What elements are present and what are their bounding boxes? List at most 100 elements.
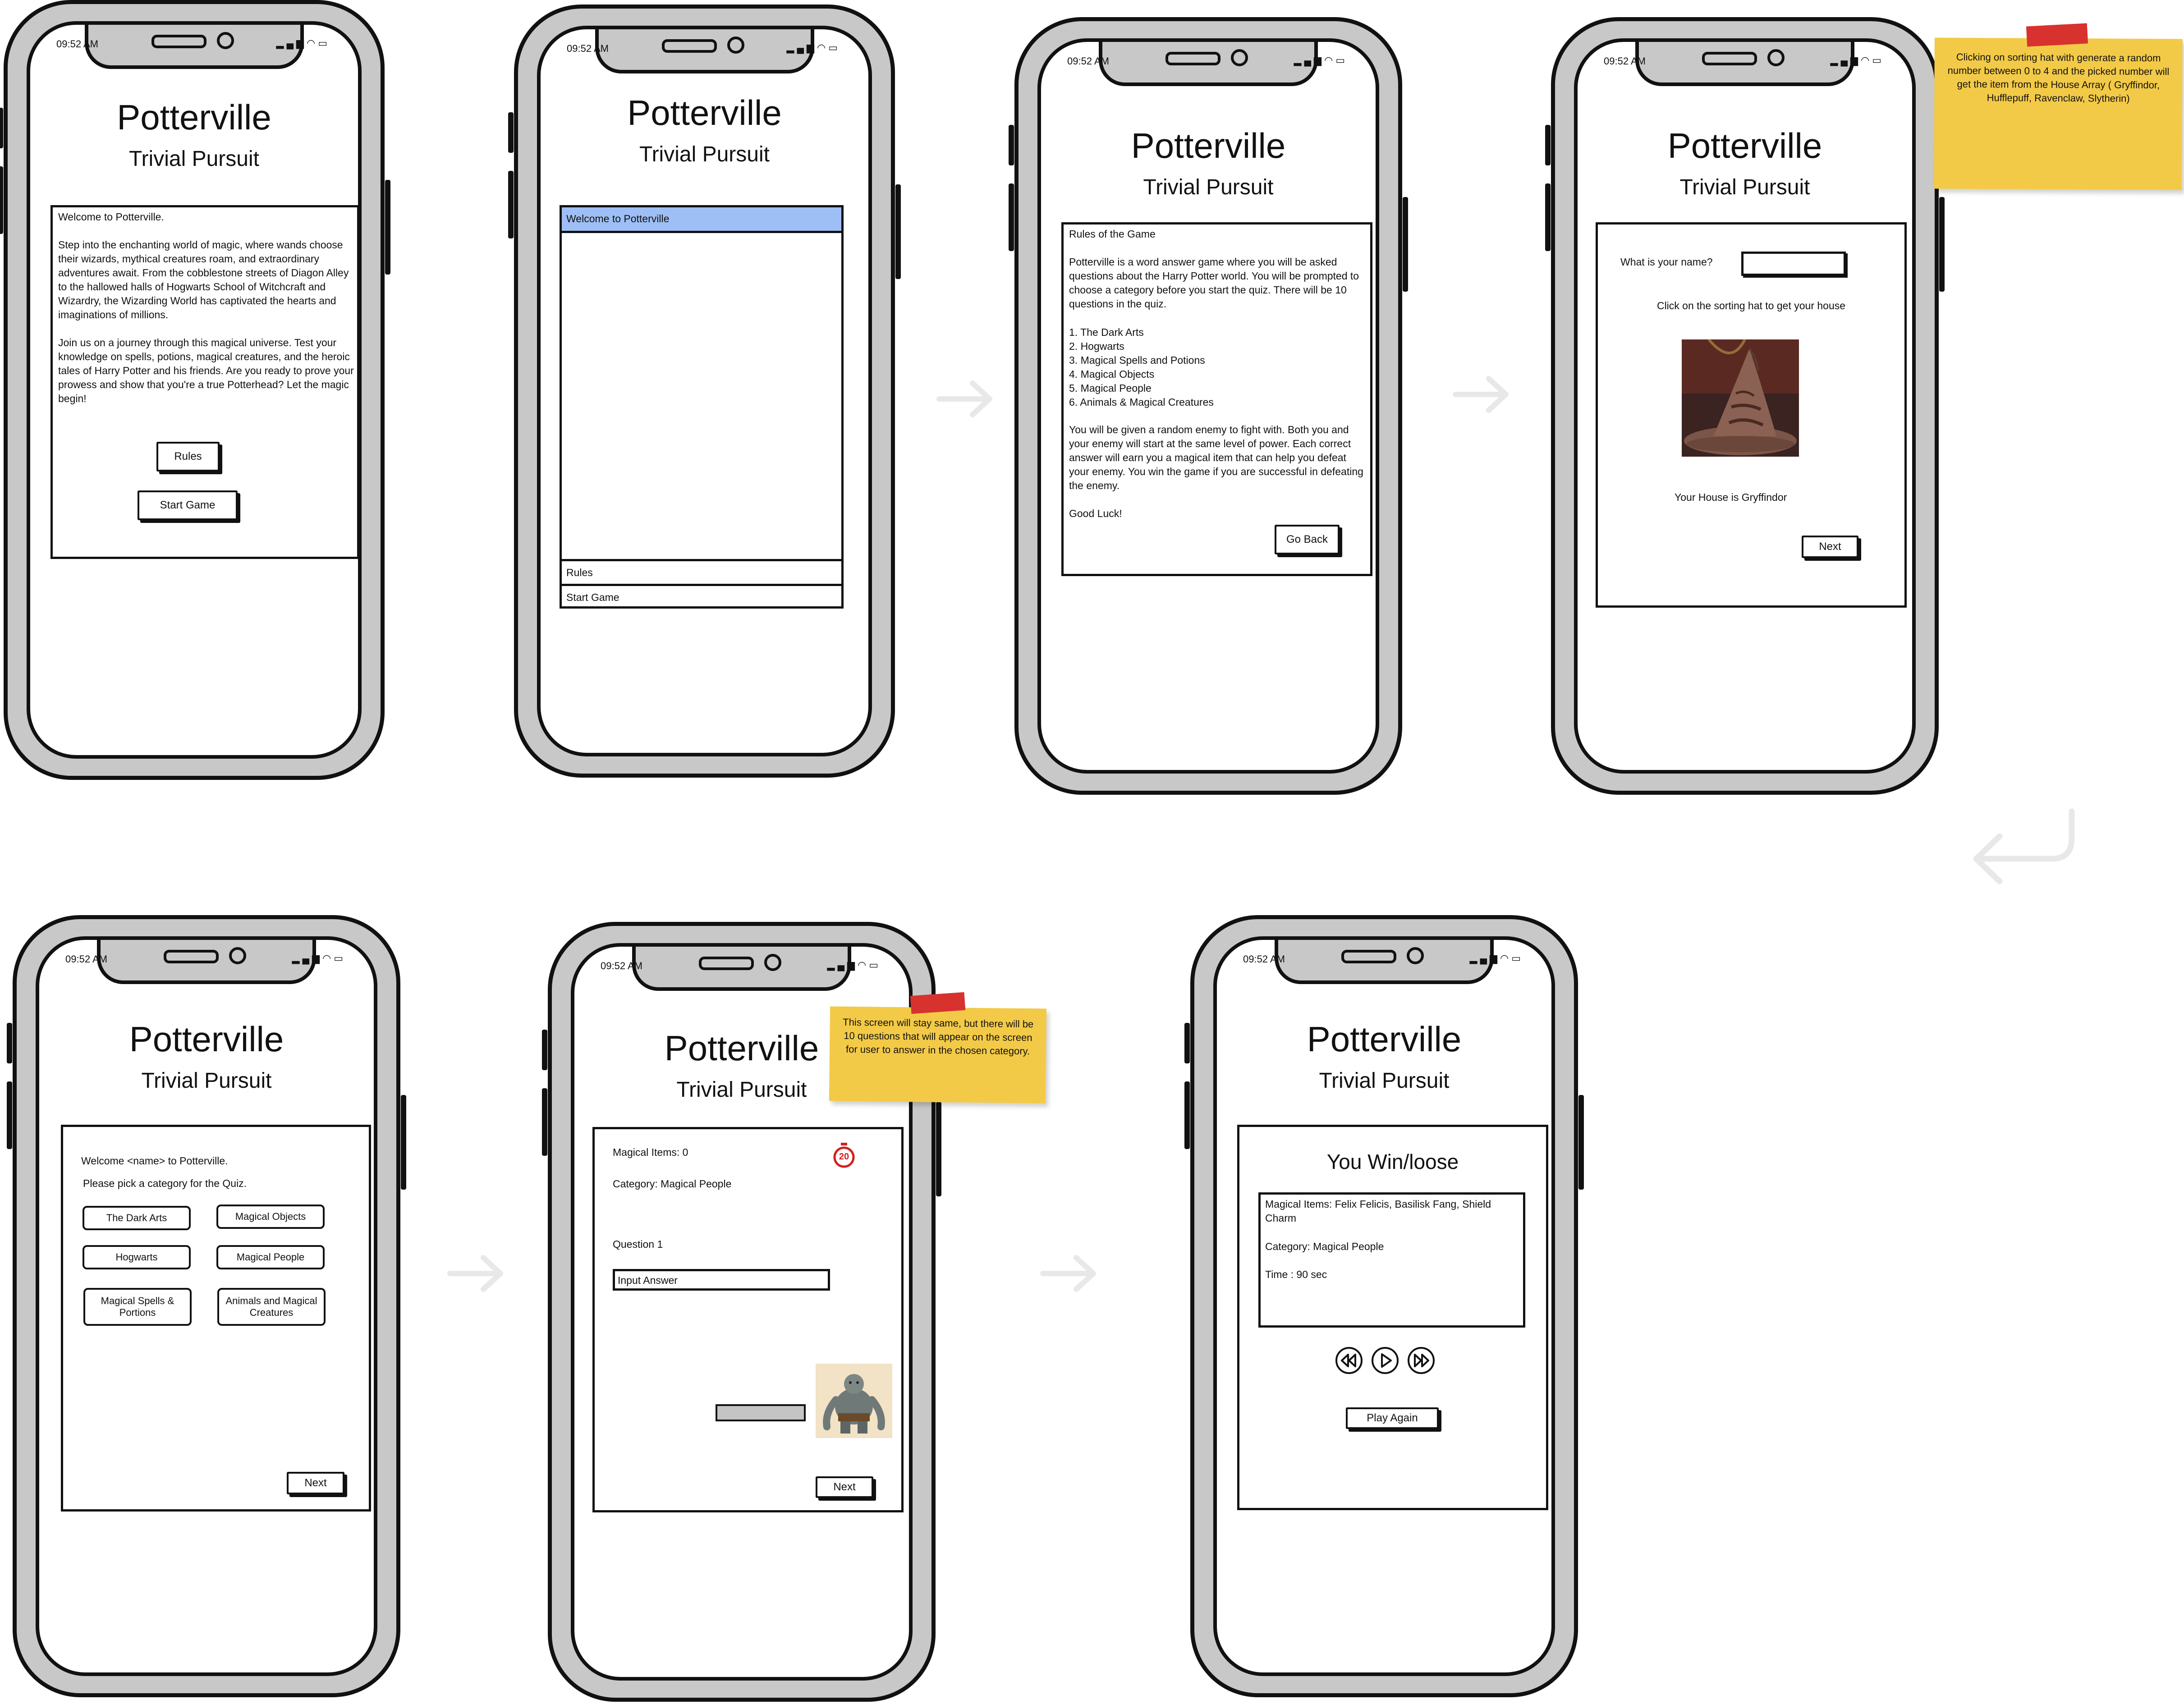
sticky-tape xyxy=(910,992,966,1014)
rules-body: You will be given a random enemy to figh… xyxy=(1069,424,1363,491)
phone-screen: 09:52 AM ▂▄▆◠▭ Potterville Trivial Pursu… xyxy=(1574,38,1916,774)
annotation-text: This screen will stay same, but there wi… xyxy=(843,1016,1034,1057)
side-button xyxy=(1184,1023,1190,1063)
menu-item-start-game[interactable]: Start Game xyxy=(562,584,841,609)
side-button xyxy=(1545,183,1551,251)
page-subtitle: Trivial Pursuit xyxy=(129,147,259,171)
fast-forward-icon[interactable] xyxy=(1406,1346,1436,1375)
category-button-animals-creatures[interactable]: Animals and Magical Creatures xyxy=(217,1288,326,1326)
phone-result-screen: 09:52 AM ▂▄▆◠▭ Potterville Trivial Pursu… xyxy=(1184,915,1584,1697)
side-button xyxy=(7,1081,12,1149)
play-again-button[interactable]: Play Again xyxy=(1346,1407,1439,1429)
result-panel: You Win/loose Magical Items: Felix Felic… xyxy=(1237,1125,1548,1510)
phone-notch xyxy=(84,25,304,69)
next-button[interactable]: Next xyxy=(1802,536,1858,558)
speaker xyxy=(661,39,717,53)
battery-icon: ▭ xyxy=(318,37,330,49)
menu-item-rules[interactable]: Rules xyxy=(562,559,841,585)
signal-icon: ▂▄▆ xyxy=(827,959,858,971)
name-input[interactable] xyxy=(1741,252,1846,276)
phone-screen: 09:52 AM ▂▄▆◠▭ Potterville Trivial Pursu… xyxy=(1037,38,1379,774)
side-button xyxy=(1403,197,1408,292)
start-game-button[interactable]: Start Game xyxy=(138,490,238,520)
category-item: 5. Magical People xyxy=(1069,382,1152,394)
status-time: 09:52 AM xyxy=(1067,55,1109,67)
side-button xyxy=(1184,1081,1190,1149)
wifi-icon: ◠ xyxy=(307,37,318,49)
rewind-icon[interactable] xyxy=(1334,1346,1364,1375)
wifi-icon: ◠ xyxy=(1324,55,1336,66)
phone-sorting-hat-screen: 09:52 AM ▂▄▆◠▭ Potterville Trivial Pursu… xyxy=(1545,17,1945,795)
enemy-troll-image xyxy=(816,1364,892,1438)
side-button xyxy=(0,166,3,234)
category-button-dark-arts[interactable]: The Dark Arts xyxy=(83,1206,191,1230)
status-time: 09:52 AM xyxy=(65,953,107,965)
category-button-magical-objects[interactable]: Magical Objects xyxy=(216,1205,325,1229)
side-button xyxy=(0,108,3,148)
enemy-power-bar xyxy=(716,1404,806,1421)
magical-items-count: Magical Items: 0 xyxy=(613,1146,688,1158)
wifi-icon: ◠ xyxy=(322,953,334,964)
question-category: Category: Magical People xyxy=(613,1178,732,1190)
phone-welcome-screen: 09:52 AM ▂▄▆◠▭ Potterville Trivial Pursu… xyxy=(0,0,390,780)
answer-input[interactable]: Input Answer xyxy=(613,1269,830,1291)
side-button xyxy=(7,1023,12,1063)
go-back-button[interactable]: Go Back xyxy=(1275,525,1340,554)
page-title: Potterville xyxy=(117,97,271,137)
side-button xyxy=(385,180,390,275)
page-title: Potterville xyxy=(1667,126,1822,165)
page-title: Potterville xyxy=(1131,126,1286,165)
side-button xyxy=(895,184,901,279)
menu-header-label: Welcome to Potterville xyxy=(566,213,670,224)
side-button xyxy=(401,1095,406,1190)
rules-heading: Rules of the Game xyxy=(1069,228,1156,240)
page-title: Potterville xyxy=(1307,1019,1462,1059)
page-subtitle: Trivial Pursuit xyxy=(1679,175,1810,199)
camera xyxy=(764,954,781,971)
camera xyxy=(1231,49,1248,66)
side-button xyxy=(1009,183,1014,251)
annotation-sticky-note: This screen will stay same, but there wi… xyxy=(829,1006,1047,1104)
rules-panel: Rules of the Game Potterville is a word … xyxy=(1061,222,1372,576)
phone-screen: 09:52 AM ▂▄▆◠▭ Potterville Trivial Pursu… xyxy=(1213,936,1555,1676)
flow-arrow-icon xyxy=(1040,1255,1096,1292)
menu-list: Welcome to Potterville Rules Start Game xyxy=(560,205,844,609)
sorting-panel: What is your name? Click on the sorting … xyxy=(1596,222,1907,608)
signal-icon: ▂▄▆ xyxy=(1294,55,1324,66)
wifi-icon: ◠ xyxy=(1500,953,1512,964)
side-button xyxy=(1939,197,1945,292)
side-button xyxy=(1009,125,1014,165)
status-icons: ▂▄▆◠▭ xyxy=(292,953,346,964)
speaker xyxy=(151,35,206,48)
sorting-hat-image[interactable] xyxy=(1682,339,1799,457)
page-subtitle: Trivial Pursuit xyxy=(141,1069,272,1093)
status-time: 09:52 AM xyxy=(601,960,642,971)
speaker xyxy=(1165,52,1220,65)
battery-icon: ▭ xyxy=(334,953,346,964)
speaker xyxy=(1702,52,1757,65)
status-icons: ▂▄▆◠▭ xyxy=(1470,953,1523,964)
annotation-sticky-note: Clicking on sorting hat with generate a … xyxy=(1934,37,2183,190)
play-icon[interactable] xyxy=(1370,1346,1400,1375)
category-button-hogwarts[interactable]: Hogwarts xyxy=(83,1245,191,1269)
phone-menu-screen: 09:52 AM ▂▄▆◠▭ Potterville Trivial Pursu… xyxy=(508,5,901,778)
rules-button[interactable]: Rules xyxy=(156,442,220,472)
result-time: Time : 90 sec xyxy=(1265,1269,1327,1280)
battery-icon: ▭ xyxy=(1872,55,1884,66)
next-button[interactable]: Next xyxy=(816,1476,873,1498)
result-heading: You Win/loose xyxy=(1326,1150,1459,1173)
phone-notch xyxy=(1099,42,1318,86)
question-panel: Magical Items: 0 Category: Magical Peopl… xyxy=(592,1127,904,1512)
house-result: Your House is Gryffindor xyxy=(1675,491,1787,503)
category-button-spells-portions[interactable]: Magical Spells & Portions xyxy=(83,1288,192,1326)
rules-intro: Potterville is a word answer game where … xyxy=(1069,256,1359,310)
annotation-text: Clicking on sorting hat with generate a … xyxy=(1947,51,2170,104)
category-button-magical-people[interactable]: Magical People xyxy=(216,1245,325,1269)
return-arrow-icon xyxy=(1973,808,2075,884)
page-subtitle: Trivial Pursuit xyxy=(639,142,770,166)
category-item: 1. The Dark Arts xyxy=(1069,326,1144,338)
menu-item-start-label: Start Game xyxy=(566,591,619,603)
next-button[interactable]: Next xyxy=(287,1472,344,1494)
camera xyxy=(727,37,744,54)
category-panel: Welcome <name> to Potterville. Please pi… xyxy=(61,1125,371,1512)
